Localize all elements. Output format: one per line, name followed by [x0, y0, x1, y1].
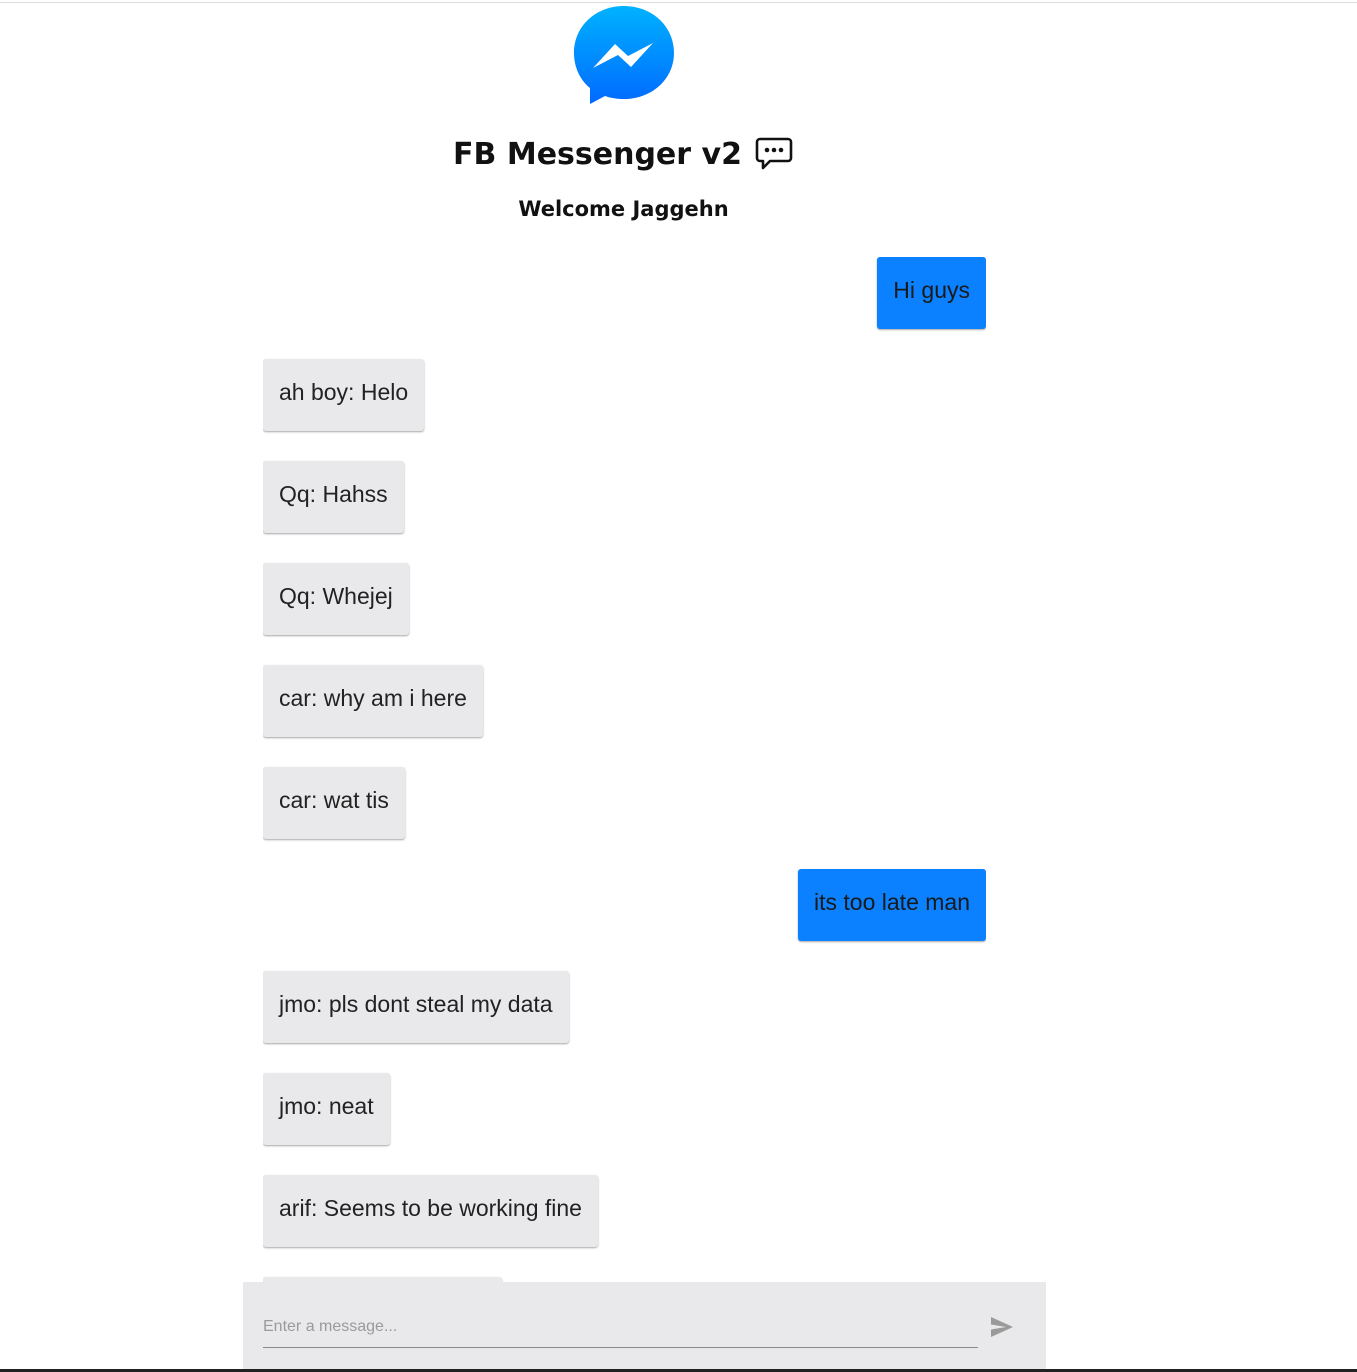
message-text: Qq: Hahss [279, 480, 388, 507]
outgoing-message-bubble: Hi guys [877, 257, 986, 329]
message-text: car: why am i here [279, 684, 467, 711]
incoming-message-bubble: Qq: Hahss [263, 461, 404, 533]
message-row: car: why am i here [263, 665, 986, 737]
message-row: its too late man [263, 869, 986, 941]
message-text: jmo: pls dont steal my data [279, 990, 553, 1017]
message-row: car: wat tis [263, 767, 986, 839]
message-row: Hi guys [263, 257, 986, 329]
message-text: Hi guys [893, 276, 970, 303]
message-row: arif: Seems to be working fine [263, 1175, 986, 1247]
welcome-text: Welcome Jaggehn [518, 197, 729, 221]
incoming-message-bubble: arif: Seems to be working fine [263, 1175, 598, 1247]
message-list[interactable]: Hi guys ah boy: Helo Qq: Hahss Qq: Wheje… [263, 257, 986, 1282]
send-icon [991, 1317, 1013, 1337]
message-text: ah boy: Helo [279, 378, 409, 405]
message-row: jmo: pls dont steal my data [263, 971, 986, 1043]
messenger-logo-icon [574, 6, 674, 104]
message-text: its too late man [814, 888, 970, 915]
message-input[interactable] [263, 1307, 978, 1348]
chat-bubble-icon [755, 137, 793, 170]
message-composer [243, 1282, 1046, 1372]
app-title: FB Messenger v2 [453, 136, 742, 172]
top-divider [0, 2, 1357, 3]
message-text: Qq: Whejej [279, 582, 393, 609]
send-button[interactable] [987, 1312, 1017, 1342]
outgoing-message-bubble: its too late man [798, 869, 986, 941]
header: FB Messenger v2 [0, 132, 1247, 176]
message-text: car: wat tis [279, 786, 389, 813]
incoming-message-bubble: car: why am i here [263, 665, 483, 737]
message-text: jmo: neat [279, 1092, 374, 1119]
incoming-message-bubble: jmo: neat [263, 1073, 390, 1145]
message-text: arif: Seems to be working fine [279, 1194, 582, 1221]
message-row: Qq: Whejej [263, 563, 986, 635]
message-row: ah boy: Helo [263, 359, 986, 431]
message-row: Qq: Hahss [263, 461, 986, 533]
incoming-message-bubble: car: wat tis [263, 767, 405, 839]
incoming-message-bubble: Qq: Whejej [263, 563, 409, 635]
message-row: jmo: neat [263, 1073, 986, 1145]
incoming-message-bubble: ah boy: Helo [263, 359, 425, 431]
incoming-message-bubble: jmo: pls dont steal my data [263, 971, 569, 1043]
